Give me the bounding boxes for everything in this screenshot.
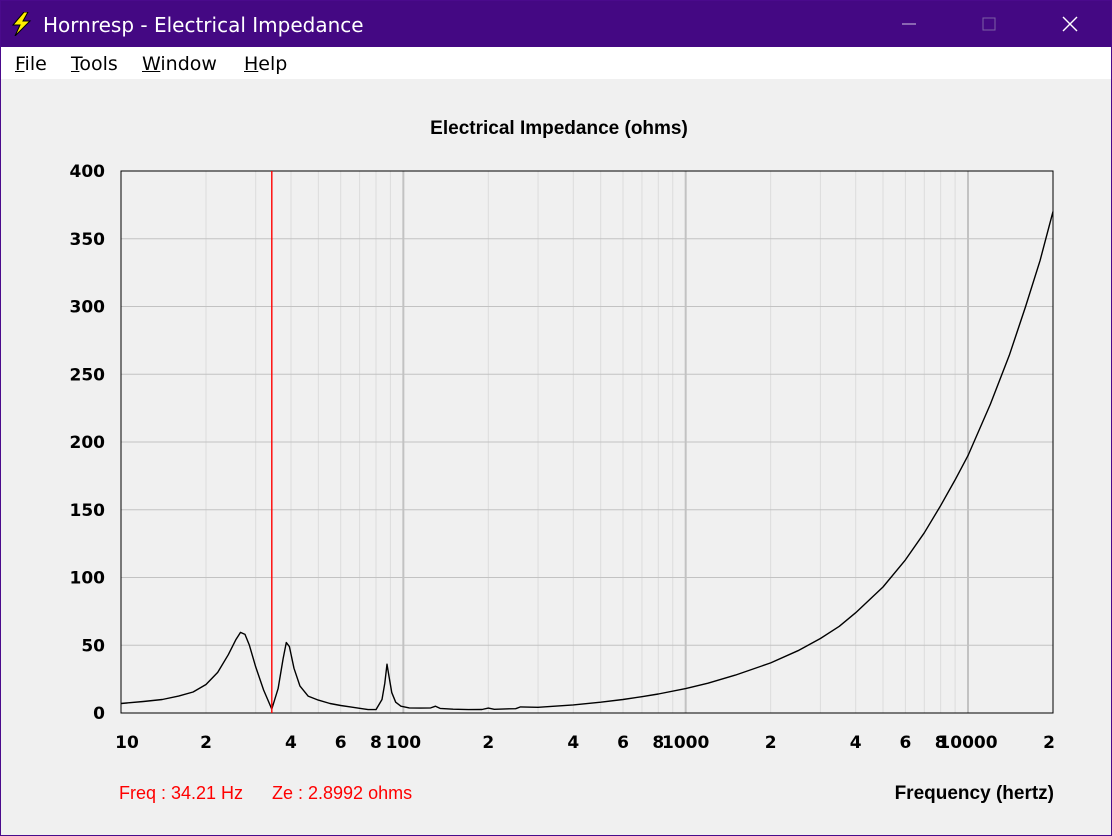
y-tick-label: 150 [70,501,106,521]
x-tick-label: 4 [285,733,297,753]
impedance-series-line [120,211,1054,711]
impedance-chart[interactable]: 050100150200250300350400 10 2 4 6 8 100 2 4 6 810… [1,79,1111,835]
app-window: Hornresp - Electrical Impedance File Too… [0,0,1112,836]
x-tick-label: 100 [386,733,422,753]
impedance-readout: Ze : 2.8992 ohms [272,783,412,803]
x-tick-label: 6 [617,733,629,753]
y-tick-label: 300 [70,298,106,318]
menu-help-label: elp [258,53,288,75]
y-tick-label: 350 [70,230,106,250]
window-title: Hornresp - Electrical Impedance [43,13,364,37]
menu-tools[interactable]: Tools [71,52,118,76]
y-tick-label: 250 [70,365,106,385]
x-tick-label: 2 [765,733,777,753]
y-tick-label: 0 [93,704,105,724]
series-layer [120,211,1054,711]
y-tick-label: 400 [70,162,106,182]
minimize-icon [902,23,916,25]
menu-bar: File Tools Window Help [1,47,1111,79]
menu-help[interactable]: Help [244,52,287,76]
x-tick-label: 4 [567,733,579,753]
y-tick-label: 200 [70,433,106,453]
x-tick-label: 2 [200,733,212,753]
chart-area[interactable]: 0 50 100 150 200 250 300 350 400 10 2 4 6 8 100 2 4 6 8 10… [1,79,1111,835]
menu-file-mnemonic: F [15,53,25,75]
x-tick-label: 2 [1043,733,1055,753]
menu-file-label: ile [24,53,47,75]
y-tick-label: 100 [70,569,106,589]
x-tick-label: 10000 [938,733,997,753]
title-bar[interactable]: Hornresp - Electrical Impedance [1,1,1111,47]
maximize-icon [982,17,996,31]
menu-help-mnemonic: H [244,53,259,75]
y-tick-label: 50 [81,636,105,656]
x-axis-ticks: 10 2 4 6 8 100 2 4 6 81000 2 4 6 810000 2 [115,733,1055,753]
maximize-button[interactable] [949,1,1029,47]
x-tick-label: 10 [115,733,139,753]
grid [121,171,1053,713]
x-tick-label: 8 [370,733,382,753]
x-tick-label: 1000 [662,733,709,753]
menu-window[interactable]: Window [142,52,217,76]
menu-window-label: indow [160,53,217,75]
lightning-bolt-icon [11,12,32,36]
x-tick-label: 6 [335,733,347,753]
y-axis-ticks: 0 50 100 150 200 250 300 350 400 [70,162,106,724]
menu-file[interactable]: File [15,52,47,76]
minimize-button[interactable] [869,1,949,47]
x-tick-label: 4 [850,733,862,753]
x-axis-label: Frequency (hertz) [895,783,1054,804]
chart-title: Electrical Impedance (ohms) [430,118,688,139]
close-icon [1062,16,1078,32]
x-tick-label: 2 [482,733,494,753]
menu-tools-label: ools [79,53,118,75]
close-button[interactable] [1030,1,1110,47]
x-tick-label: 6 [899,733,911,753]
freq-readout: Freq : 34.21 Hz [119,783,243,803]
menu-window-mnemonic: W [142,53,161,75]
